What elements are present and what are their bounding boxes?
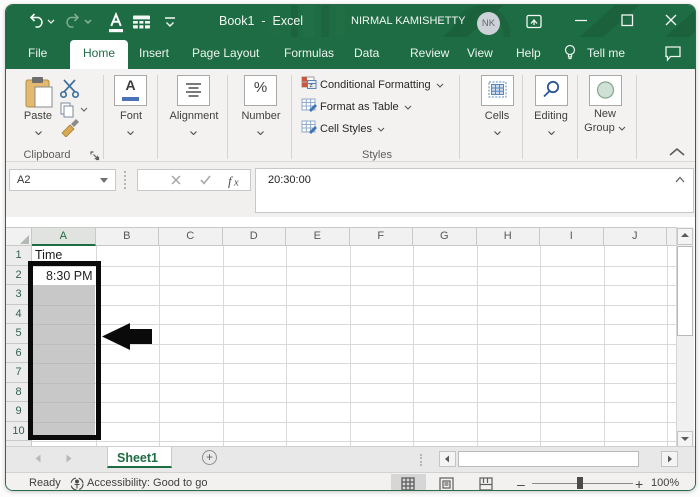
svg-text:x: x (233, 178, 239, 189)
